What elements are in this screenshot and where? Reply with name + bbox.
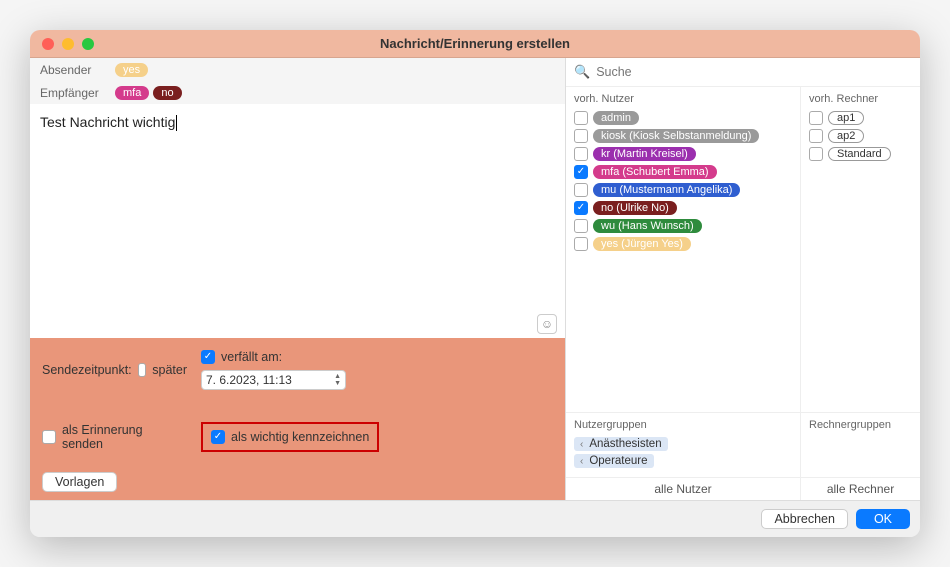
users-column: vorh. Nutzer admin kiosk (Kiosk Selbstanm… xyxy=(566,87,800,412)
computer-checkbox[interactable] xyxy=(809,129,823,143)
send-time-row: Sendezeitpunkt: später verfällt am: 7. 6… xyxy=(42,350,553,390)
date-stepper[interactable]: ▲▼ xyxy=(334,373,341,387)
titlebar: Nachricht/Erinnerung erstellen xyxy=(30,30,920,58)
message-textarea[interactable]: Test Nachricht wichtig xyxy=(30,104,565,338)
computer-checkbox[interactable] xyxy=(809,147,823,161)
user-checkbox[interactable] xyxy=(574,237,588,251)
user-checkbox[interactable] xyxy=(574,111,588,125)
sender-tag: yes xyxy=(115,63,148,77)
flags-row: als Erinnerung senden als wichtig kennze… xyxy=(42,422,553,452)
computer-tag: Standard xyxy=(828,147,891,161)
send-time-label: Sendezeitpunkt: xyxy=(42,363,132,377)
sender-row: Absender yes xyxy=(30,58,565,81)
search-row: 🔍 xyxy=(566,58,920,87)
computer-list-item[interactable]: ap1 xyxy=(809,111,912,125)
search-icon: 🔍 xyxy=(574,64,590,80)
all-users-button[interactable]: alle Nutzer xyxy=(566,478,800,500)
later-label: später xyxy=(152,363,187,377)
user-tag: kiosk (Kiosk Selbstanmeldung) xyxy=(593,129,759,143)
footer: Abbrechen OK xyxy=(30,500,920,537)
left-pane: Absender yes Empfänger mfano Test Nachri… xyxy=(30,58,565,500)
user-list-item[interactable]: mu (Mustermann Angelika) xyxy=(574,183,792,197)
computer-list-item[interactable]: Standard xyxy=(809,147,912,161)
user-checkbox[interactable] xyxy=(574,183,588,197)
user-tag: kr (Martin Kreisel) xyxy=(593,147,696,161)
user-list-item[interactable]: kiosk (Kiosk Selbstanmeldung) xyxy=(574,129,792,143)
computer-tag: ap1 xyxy=(828,111,864,125)
computer-checkbox[interactable] xyxy=(809,111,823,125)
user-group-item[interactable]: ‹ Anästhesisten xyxy=(574,437,668,451)
expires-value: 7. 6.2023, 11:13 xyxy=(206,373,292,387)
all-buttons-row: alle Nutzer alle Rechner xyxy=(566,477,920,500)
dialog-window: Nachricht/Erinnerung erstellen Absender … xyxy=(30,30,920,537)
lists-row: vorh. Nutzer admin kiosk (Kiosk Selbstanm… xyxy=(566,87,920,412)
user-list-item[interactable]: wu (Hans Wunsch) xyxy=(574,219,792,233)
chevron-left-icon: ‹ xyxy=(580,439,583,450)
user-tag: yes (Jürgen Yes) xyxy=(593,237,691,251)
expires-date-field[interactable]: 7. 6.2023, 11:13 ▲▼ xyxy=(201,370,346,390)
user-list-item[interactable]: no (Ulrike No) xyxy=(574,201,792,215)
computer-list-item[interactable]: ap2 xyxy=(809,129,912,143)
computers-column: vorh. Rechner ap1 ap2 Standard xyxy=(800,87,920,412)
user-group-label: Anästhesisten xyxy=(589,438,661,450)
computers-header: vorh. Rechner xyxy=(809,93,912,105)
user-tag: admin xyxy=(593,111,639,125)
user-checkbox[interactable] xyxy=(574,165,588,179)
window-title: Nachricht/Erinnerung erstellen xyxy=(30,36,920,51)
recipients-label: Empfänger xyxy=(40,86,115,100)
minimize-icon[interactable] xyxy=(62,38,74,50)
header-rows: Absender yes Empfänger mfano xyxy=(30,58,565,104)
expires-checkbox[interactable] xyxy=(201,350,215,364)
as-important-label: als wichtig kennzeichnen xyxy=(231,430,369,444)
user-list-item[interactable]: mfa (Schubert Emma) xyxy=(574,165,792,179)
important-highlight: als wichtig kennzeichnen xyxy=(201,422,379,452)
user-group-label: Operateure xyxy=(589,455,647,467)
user-checkbox[interactable] xyxy=(574,129,588,143)
traffic-lights xyxy=(30,38,94,50)
recipients-row: Empfänger mfano xyxy=(30,81,565,104)
user-tag: wu (Hans Wunsch) xyxy=(593,219,702,233)
user-checkbox[interactable] xyxy=(574,219,588,233)
templates-button[interactable]: Vorlagen xyxy=(42,472,117,492)
as-reminder-label: als Erinnerung senden xyxy=(62,423,187,451)
all-computers-button[interactable]: alle Rechner xyxy=(800,478,920,500)
right-pane: 🔍 vorh. Nutzer admin kiosk (Kiosk Selbsta… xyxy=(565,58,920,500)
main-area: Absender yes Empfänger mfano Test Nachri… xyxy=(30,58,920,500)
as-reminder-checkbox[interactable] xyxy=(42,430,56,444)
maximize-icon[interactable] xyxy=(82,38,94,50)
computer-tag: ap2 xyxy=(828,129,864,143)
recipient-tag[interactable]: mfa xyxy=(115,86,149,100)
cancel-button[interactable]: Abbrechen xyxy=(761,509,847,529)
user-checkbox[interactable] xyxy=(574,147,588,161)
later-checkbox[interactable] xyxy=(138,363,147,377)
sender-label: Absender xyxy=(40,63,115,77)
chevron-left-icon: ‹ xyxy=(580,456,583,467)
user-tag: mfa (Schubert Emma) xyxy=(593,165,717,179)
user-group-item[interactable]: ‹ Operateure xyxy=(574,454,654,468)
expires-label: verfällt am: xyxy=(221,350,282,364)
options-panel: ☺ Sendezeitpunkt: später verfällt am: xyxy=(30,338,565,500)
recipient-tag[interactable]: no xyxy=(153,86,181,100)
computer-groups-column: Rechnergruppen xyxy=(800,413,920,477)
users-header: vorh. Nutzer xyxy=(574,93,792,105)
user-groups-header: Nutzergruppen xyxy=(574,419,792,431)
emoji-button[interactable]: ☺ xyxy=(537,314,557,334)
user-list-item[interactable]: yes (Jürgen Yes) xyxy=(574,237,792,251)
message-text: Test Nachricht wichtig xyxy=(40,114,175,130)
user-list-item[interactable]: admin xyxy=(574,111,792,125)
templates-row: Vorlagen xyxy=(42,468,553,492)
user-groups-column: Nutzergruppen ‹ Anästhesisten ‹ Operateure xyxy=(566,413,800,477)
close-icon[interactable] xyxy=(42,38,54,50)
groups-row: Nutzergruppen ‹Anästhesisten‹Operateure … xyxy=(566,412,920,477)
user-tag: mu (Mustermann Angelika) xyxy=(593,183,740,197)
user-checkbox[interactable] xyxy=(574,201,588,215)
ok-button[interactable]: OK xyxy=(856,509,910,529)
user-list-item[interactable]: kr (Martin Kreisel) xyxy=(574,147,792,161)
computer-groups-header: Rechnergruppen xyxy=(809,419,912,431)
as-important-checkbox[interactable] xyxy=(211,430,225,444)
user-tag: no (Ulrike No) xyxy=(593,201,677,215)
search-input[interactable] xyxy=(596,65,912,79)
